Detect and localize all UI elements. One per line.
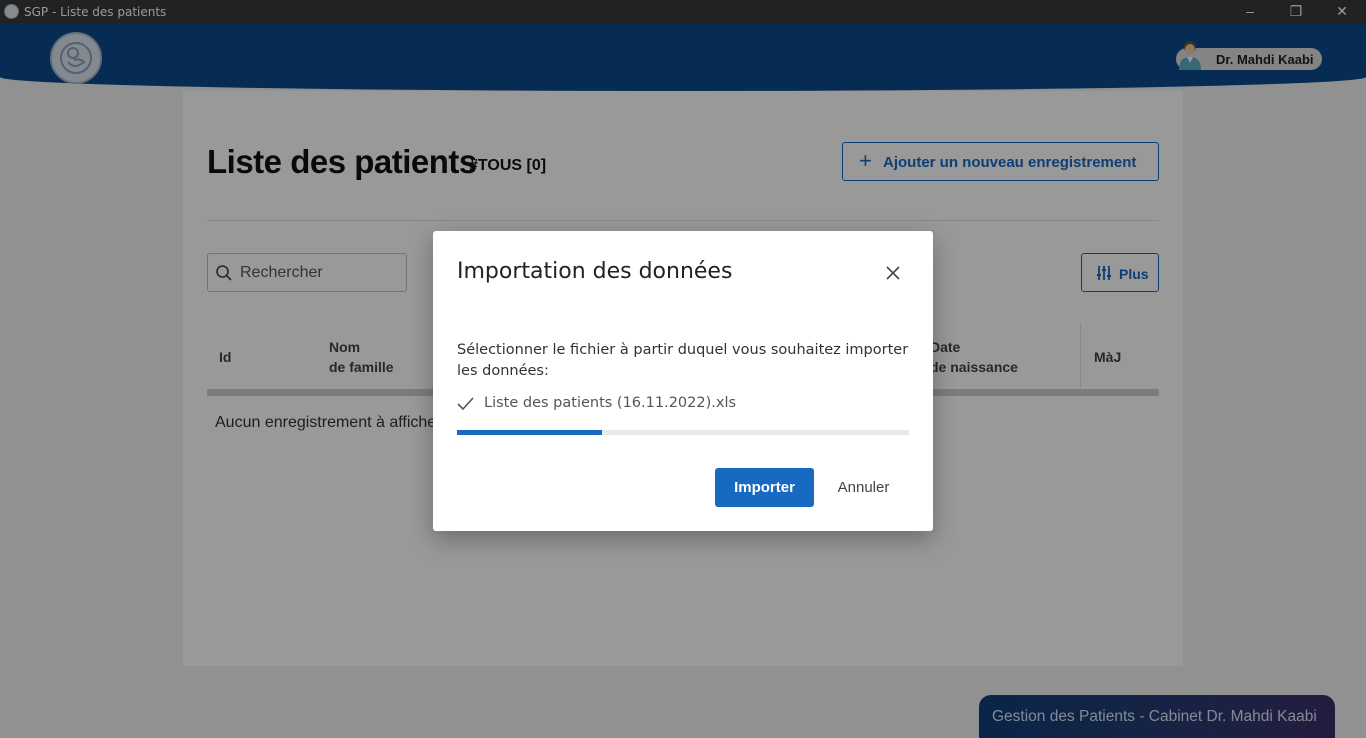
import-button[interactable]: Importer	[715, 468, 814, 507]
dialog-title: Importation des données	[457, 259, 733, 284]
upload-progress-bar	[457, 430, 909, 435]
cancel-button[interactable]: Annuler	[826, 468, 901, 507]
upload-progress-fill	[457, 430, 602, 435]
import-dialog: Importation des données Sélectionner le …	[433, 231, 933, 531]
dialog-message: Sélectionner le fichier à partir duquel …	[457, 342, 909, 379]
selected-file-name: Liste des patients (16.11.2022).xls	[484, 395, 737, 411]
checkmark-icon	[457, 397, 474, 416]
close-icon[interactable]	[881, 261, 905, 285]
